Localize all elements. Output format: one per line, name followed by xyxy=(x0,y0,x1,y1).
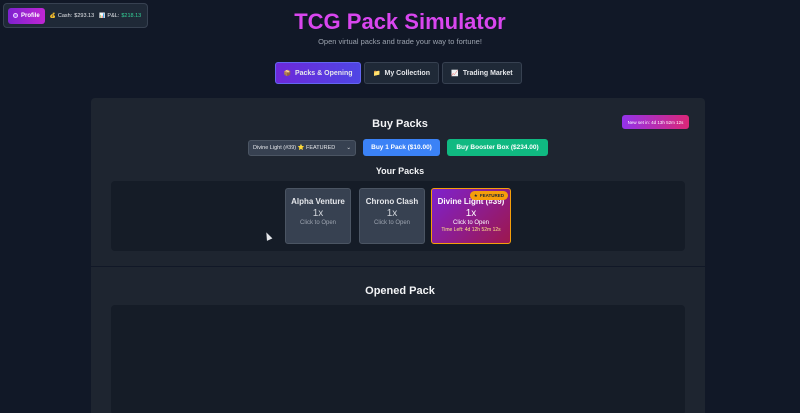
tab-label: Trading Market xyxy=(462,69,513,77)
tab-trading-market[interactable]: 📈 Trading Market xyxy=(442,62,522,84)
page-subtitle: Open virtual packs and trade your way to… xyxy=(318,37,482,46)
pack-cta: Click to Open xyxy=(299,220,336,226)
tab-packs-opening[interactable]: 📦 Packs & Opening xyxy=(275,62,361,84)
tab-label: Packs & Opening xyxy=(294,69,353,77)
pack-card-chrono-clash[interactable]: Chrono Clash 1x Click to Open xyxy=(359,188,425,244)
pack-card-divine-light[interactable]: ★ FEATURED Divine Light (#39) 1x Click t… xyxy=(431,188,511,244)
pack-count: 1x xyxy=(386,208,398,219)
buy-booster-box-button[interactable]: Buy Booster Box ($234.00) xyxy=(447,139,548,156)
page-title: TCG Pack Simulator xyxy=(294,9,506,34)
trending-icon: 📈 xyxy=(451,70,459,77)
buy-row: Divine Light (#39) ⭐ FEATURED ⌄ Buy 1 Pa… xyxy=(248,139,548,156)
pack-cta: Click to Open xyxy=(373,220,410,226)
pack-time-left: Time Left: 4d 12h 52m 12s xyxy=(441,227,501,233)
pack-select-value: Divine Light (#39) ⭐ FEATURED xyxy=(253,144,336,151)
buy-packs-heading: Buy Packs xyxy=(372,118,428,130)
opened-pack-area xyxy=(111,305,685,413)
pack-card-alpha-venture[interactable]: Alpha Venture 1x Click to Open xyxy=(285,188,351,244)
featured-label: FEATURED xyxy=(479,193,504,198)
your-packs-heading: Your Packs xyxy=(375,166,425,176)
pack-name: Alpha Venture xyxy=(291,197,345,206)
tab-my-collection[interactable]: 📁 My Collection xyxy=(364,62,439,84)
section-divider xyxy=(91,266,705,267)
pack-count: 1x xyxy=(312,208,324,219)
package-icon: 📦 xyxy=(283,70,291,77)
chevron-down-icon: ⌄ xyxy=(346,144,351,151)
pack-cta: Click to Open xyxy=(452,220,489,226)
tab-label: My Collection xyxy=(384,69,430,77)
featured-badge: ★ FEATURED xyxy=(469,191,508,200)
pack-count: 1x xyxy=(465,208,477,219)
main-tabs: 📦 Packs & Opening 📁 My Collection 📈 Trad… xyxy=(275,62,522,84)
pack-name: Chrono Clash xyxy=(365,197,419,206)
pack-select[interactable]: Divine Light (#39) ⭐ FEATURED ⌄ xyxy=(248,139,356,156)
buy-one-pack-button[interactable]: Buy 1 Pack ($10.00) xyxy=(363,139,440,156)
folder-icon: 📁 xyxy=(373,70,381,77)
star-icon: ★ xyxy=(473,192,478,198)
opened-pack-heading: Opened Pack xyxy=(365,285,435,297)
